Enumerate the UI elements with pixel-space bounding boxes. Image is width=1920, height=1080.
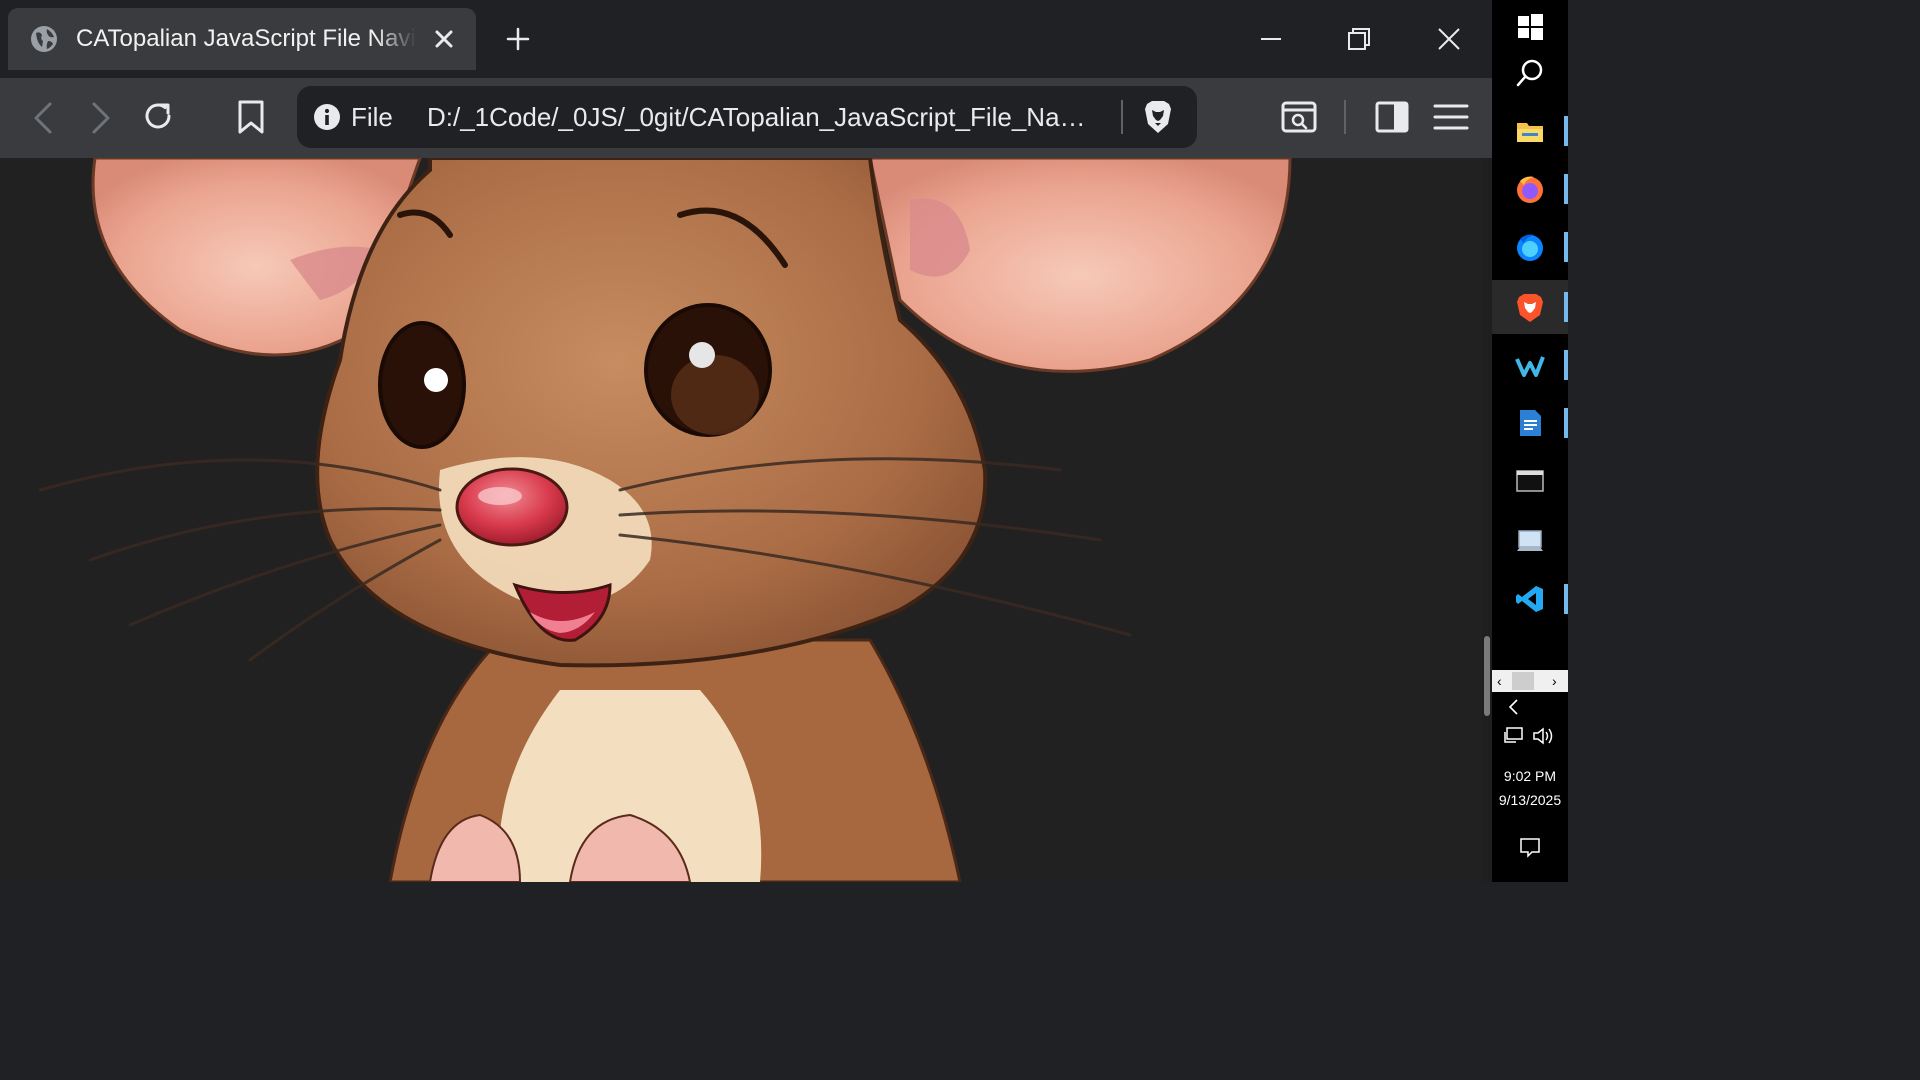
back-arrow-icon[interactable] xyxy=(26,100,62,136)
clock-time[interactable]: 9:02 PM xyxy=(1492,768,1568,784)
taskbar-brave[interactable] xyxy=(1492,280,1568,334)
command-prompt-icon xyxy=(1516,470,1544,492)
tab-close-icon[interactable] xyxy=(432,27,456,51)
taskbar-firefox[interactable] xyxy=(1492,162,1568,216)
minimize-icon[interactable] xyxy=(1254,22,1288,56)
search-icon xyxy=(1516,59,1543,87)
running-indicator xyxy=(1564,584,1568,614)
browser-window: CATopalian JavaScript File Navigator xyxy=(0,0,1492,882)
sidebar-icon[interactable] xyxy=(1374,99,1410,135)
globe-icon xyxy=(31,26,57,52)
taskbar-windsurf[interactable] xyxy=(1492,338,1568,392)
restore-icon[interactable] xyxy=(1342,22,1376,56)
address-divider xyxy=(1121,100,1123,134)
url-text[interactable]: D:/_1Code/_0JS/_0git/CATopalian_JavaScri… xyxy=(427,102,1095,133)
brave-icon xyxy=(1517,294,1543,322)
taskbar-command-prompt[interactable] xyxy=(1492,454,1568,508)
libreoffice-writer-icon xyxy=(1520,410,1541,436)
bookmark-icon[interactable] xyxy=(233,99,269,135)
running-indicator xyxy=(1564,174,1568,204)
page-content xyxy=(0,158,1482,882)
file-explorer-icon xyxy=(1517,123,1543,142)
running-indicator xyxy=(1564,232,1568,262)
network-icon[interactable] xyxy=(1502,726,1524,746)
info-icon[interactable] xyxy=(313,103,341,131)
window-close-icon[interactable] xyxy=(1432,22,1466,56)
scroll-left-icon[interactable]: ‹ xyxy=(1497,670,1502,692)
tray-scroll-thumb[interactable] xyxy=(1512,672,1534,690)
navigation-toolbar: File D:/_1Code/_0JS/_0git/CATopalian_Jav… xyxy=(0,78,1492,158)
page-scrollbar-track[interactable] xyxy=(1482,158,1492,882)
running-indicator xyxy=(1564,350,1568,380)
windows-logo-icon xyxy=(1518,14,1543,40)
windsurf-icon xyxy=(1515,356,1545,377)
windows-taskbar: ‹ › 9:02 PM 9/13/2025 xyxy=(1492,0,1568,882)
taskbar-firefox-developer[interactable] xyxy=(1492,220,1568,274)
vscode-icon xyxy=(1516,586,1543,612)
firefox-developer-icon xyxy=(1517,234,1543,261)
control-panel-icon xyxy=(1517,530,1543,551)
url-scheme-label: File xyxy=(351,102,393,132)
toolbar-divider xyxy=(1344,100,1346,134)
reload-icon[interactable] xyxy=(140,98,176,134)
new-tab-plus-icon[interactable] xyxy=(504,25,532,53)
brave-shield-icon[interactable] xyxy=(1143,100,1173,134)
volume-icon[interactable] xyxy=(1532,726,1554,746)
hamburger-menu-icon[interactable] xyxy=(1433,99,1469,135)
page-scrollbar-thumb[interactable] xyxy=(1484,636,1490,716)
taskbar-file-explorer[interactable] xyxy=(1492,104,1568,158)
tray-scrollbar[interactable]: ‹ › xyxy=(1492,670,1568,692)
notification-center-icon[interactable] xyxy=(1519,836,1541,858)
tab-strip: CATopalian JavaScript File Navigator xyxy=(0,0,1492,78)
firefox-icon xyxy=(1517,176,1543,203)
running-indicator xyxy=(1564,116,1568,146)
running-indicator xyxy=(1564,292,1568,322)
clock-date[interactable]: 9/13/2025 xyxy=(1492,792,1568,808)
browser-tab[interactable]: CATopalian JavaScript File Navigator xyxy=(8,8,476,70)
mouse-illustration xyxy=(38,158,1292,882)
search-button[interactable] xyxy=(1492,46,1568,100)
running-indicator xyxy=(1564,408,1568,438)
taskbar-vscode[interactable] xyxy=(1492,572,1568,626)
scroll-right-icon[interactable]: › xyxy=(1552,670,1557,692)
show-hidden-icons-chevron-icon[interactable] xyxy=(1506,698,1522,716)
taskbar-writer[interactable] xyxy=(1492,396,1568,450)
address-bar[interactable]: File D:/_1Code/_0JS/_0git/CATopalian_Jav… xyxy=(297,86,1197,148)
search-tabs-icon[interactable] xyxy=(1281,99,1317,135)
forward-arrow-icon[interactable] xyxy=(82,100,118,136)
tab-title: CATopalian JavaScript File Navigator xyxy=(76,25,416,52)
taskbar-control-panel[interactable] xyxy=(1492,514,1568,568)
